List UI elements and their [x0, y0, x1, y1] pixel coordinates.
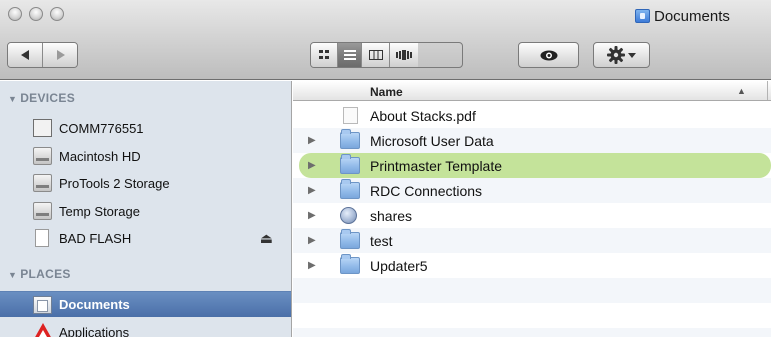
file-list: Name ▲ About Stacks.pdf ▶ Microsoft User…	[293, 81, 771, 337]
window-toolbar: Documents	[0, 0, 771, 80]
window-title-text: Documents	[654, 7, 730, 25]
file-row-printmaster-template[interactable]: ▶ Printmaster Template	[299, 153, 771, 178]
quick-look-button[interactable]	[518, 42, 579, 68]
file-row-updater5[interactable]: ▶ Updater5	[293, 253, 771, 278]
coverflow-view-icon	[396, 50, 412, 60]
documents-folder-icon	[635, 9, 650, 23]
file-name: Printmaster Template	[370, 157, 503, 174]
sidebar-item-label: Temp Storage	[59, 203, 140, 219]
file-row-test[interactable]: ▶ test	[293, 228, 771, 253]
places-heading[interactable]: ▼ PLACES	[8, 267, 71, 281]
sidebar-item-label: BAD FLASH	[59, 230, 132, 246]
close-window-button[interactable]	[8, 7, 22, 21]
forward-button[interactable]	[43, 43, 77, 67]
gear-icon	[607, 46, 625, 64]
zoom-window-button[interactable]	[50, 7, 64, 21]
coverflow-view-button[interactable]	[390, 43, 418, 67]
column-view-button[interactable]	[362, 43, 390, 67]
file-name: test	[370, 232, 393, 249]
flash-drive-icon	[35, 229, 49, 247]
sidebar-item-label: ProTools 2 Storage	[59, 175, 170, 191]
chevron-down-icon	[628, 52, 636, 58]
pdf-document-icon	[343, 107, 358, 124]
sidebar-item-protools-2-storage[interactable]: ProTools 2 Storage	[0, 170, 291, 196]
disclosure-triangle-icon: ▼	[8, 94, 18, 104]
folder-icon	[340, 229, 360, 249]
file-row-microsoft-user-data[interactable]: ▶ Microsoft User Data	[293, 128, 771, 153]
list-view-button[interactable]	[338, 43, 362, 67]
forward-arrow-icon	[56, 50, 65, 60]
sidebar-item-documents[interactable]: Documents	[0, 291, 291, 317]
folder-icon	[340, 154, 360, 174]
sidebar: ▼ DEVICES COMM776551 Macintosh HD ProTool…	[0, 81, 292, 337]
column-header-label: Name	[370, 85, 403, 99]
hard-drive-icon	[33, 202, 52, 220]
file-name: Updater5	[370, 257, 428, 274]
name-column-header[interactable]: Name ▲	[293, 81, 771, 101]
computer-icon	[33, 119, 52, 137]
sidebar-item-label: Applications	[59, 324, 130, 337]
back-forward-buttons	[7, 42, 78, 68]
back-button[interactable]	[8, 43, 43, 67]
folder-icon	[340, 129, 360, 149]
hard-drive-icon	[33, 174, 52, 192]
view-mode-control	[310, 42, 463, 68]
action-menu-button[interactable]	[593, 42, 650, 68]
disclosure-triangle-icon[interactable]: ▶	[308, 160, 316, 171]
sidebar-item-applications[interactable]: Applications	[0, 319, 291, 337]
sidebar-item-temp-storage[interactable]: Temp Storage	[0, 198, 291, 224]
file-row-about-stacks[interactable]: About Stacks.pdf	[293, 103, 771, 128]
file-name: About Stacks.pdf	[370, 107, 476, 124]
window-title: Documents	[635, 6, 730, 26]
column-divider[interactable]	[767, 81, 768, 100]
list-view-icon	[343, 50, 356, 60]
network-share-icon	[340, 207, 357, 224]
file-name: Microsoft User Data	[370, 132, 494, 149]
disclosure-triangle-icon[interactable]: ▶	[308, 235, 316, 246]
folder-icon	[340, 179, 360, 199]
sidebar-item-macintosh-hd[interactable]: Macintosh HD	[0, 143, 291, 169]
sidebar-item-bad-flash[interactable]: BAD FLASH ⏏	[0, 225, 291, 251]
icon-view-button[interactable]	[311, 43, 338, 67]
disclosure-triangle-icon: ▼	[8, 270, 18, 280]
eye-icon	[540, 50, 557, 60]
back-arrow-icon	[20, 50, 29, 60]
disclosure-triangle-icon[interactable]: ▶	[308, 260, 316, 271]
empty-row	[293, 303, 771, 328]
file-row-rdc-connections[interactable]: ▶ RDC Connections	[293, 178, 771, 203]
empty-row	[293, 328, 771, 337]
sidebar-item-label: Documents	[59, 297, 130, 312]
disclosure-triangle-icon[interactable]: ▶	[308, 185, 316, 196]
hard-drive-icon	[33, 147, 52, 165]
minimize-window-button[interactable]	[29, 7, 43, 21]
applications-icon	[33, 323, 52, 337]
file-row-shares[interactable]: ▶ shares	[293, 203, 771, 228]
folder-icon	[340, 254, 360, 274]
file-name: RDC Connections	[370, 182, 483, 199]
sidebar-item-comm776551[interactable]: COMM776551	[0, 115, 291, 141]
sidebar-item-label: Macintosh HD	[59, 148, 141, 164]
eject-icon[interactable]: ⏏	[260, 230, 273, 247]
documents-icon	[33, 295, 52, 314]
icon-view-icon	[318, 50, 329, 59]
devices-heading[interactable]: ▼ DEVICES	[8, 91, 75, 105]
disclosure-triangle-icon[interactable]: ▶	[308, 210, 316, 221]
column-view-icon	[368, 50, 383, 60]
empty-row	[293, 278, 771, 303]
file-name: shares	[370, 207, 413, 224]
sidebar-item-label: COMM776551	[59, 120, 144, 136]
sort-ascending-icon: ▲	[737, 86, 746, 96]
disclosure-triangle-icon[interactable]: ▶	[308, 135, 316, 146]
